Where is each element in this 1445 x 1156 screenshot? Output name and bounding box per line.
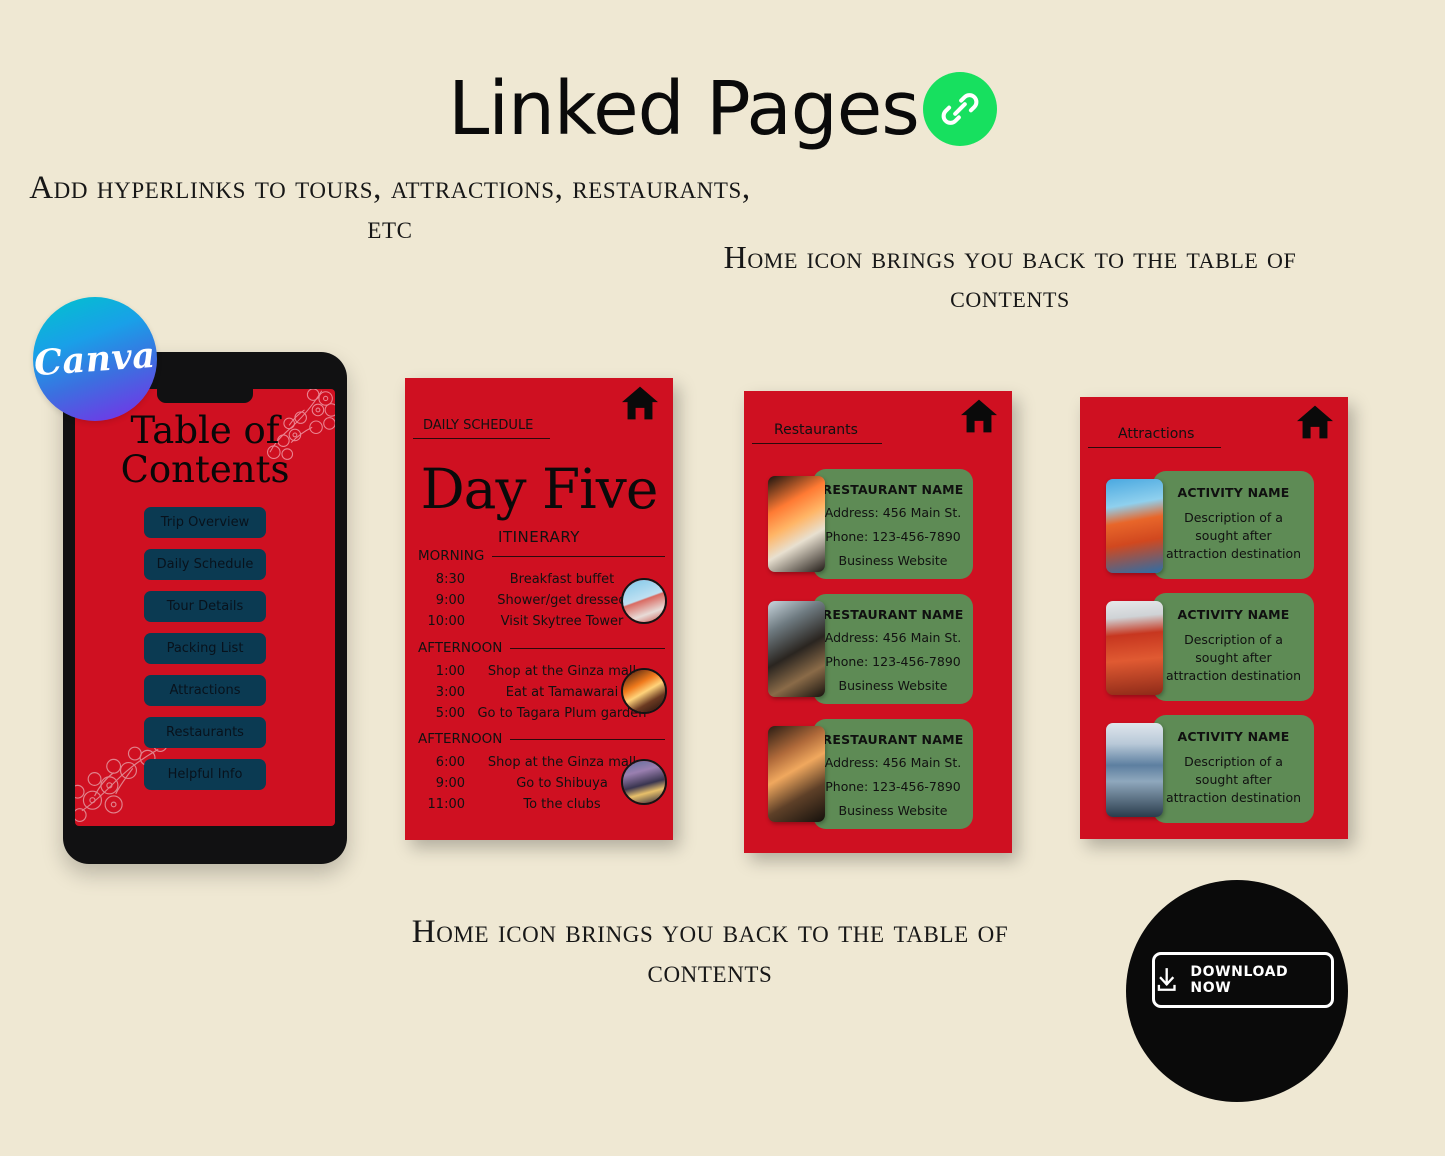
itinerary-thumbnail[interactable] — [621, 668, 667, 714]
table-of-contents-screen: Table of Contents Trip Overview Daily Sc… — [75, 389, 335, 826]
row-time: 5:00 — [435, 706, 465, 722]
day-title: Day Five — [420, 457, 659, 521]
row-time: 8:30 — [435, 572, 465, 587]
restaurant-phone: Phone: 123-456-7890 — [825, 778, 961, 794]
activity-description: Description of a sought after attraction… — [1165, 632, 1302, 683]
toc-button-packing-list[interactable]: Packing List — [144, 633, 266, 665]
device-notch — [157, 389, 253, 403]
panel-kicker: Attractions — [1118, 426, 1195, 442]
section-heading: MORNING — [405, 548, 673, 564]
shared-meal-photo — [768, 726, 825, 822]
attraction-card[interactable]: ACTIVITY NAME Description of a sought af… — [1153, 715, 1314, 823]
toc-button-tour-details[interactable]: Tour Details — [144, 591, 266, 623]
caption-home-icon-bottom: Home icon brings you back to the table o… — [411, 914, 1009, 991]
restaurants-panel: Restaurants RESTAURANT NAME Address: 456… — [744, 391, 1012, 853]
restaurant-website[interactable]: Business Website — [813, 799, 973, 823]
section-heading: AFTERNOON — [405, 731, 673, 747]
restaurant-website[interactable]: Business Website — [813, 549, 973, 573]
home-icon[interactable] — [620, 385, 660, 421]
tablet-device: Table of Contents Trip Overview Daily Sc… — [63, 352, 347, 864]
row-time: 6:00 — [435, 755, 465, 770]
row-time: 9:00 — [435, 593, 465, 609]
daily-schedule-panel: DAILY SCHEDULE Day Five ITINERARY MORNIN… — [405, 378, 673, 840]
download-arrow-icon — [1157, 968, 1176, 991]
download-now-label: DOWNLOAD NOW — [1190, 964, 1289, 996]
shibuya-night-photo — [623, 761, 665, 803]
toc-button-list: Trip Overview Daily Schedule Tour Detail… — [75, 507, 335, 791]
toc-button-trip-overview[interactable]: Trip Overview — [144, 507, 266, 539]
row-time: 1:00 — [435, 664, 465, 679]
restaurant-address: Address: 456 Main St. — [824, 755, 962, 770]
home-icon[interactable] — [1295, 404, 1335, 440]
section-rule — [510, 738, 665, 740]
restaurant-website[interactable]: Business Website — [813, 674, 973, 698]
page-title-row: Linked Pages — [0, 72, 1445, 146]
activity-description: Description of a sought after attraction… — [1165, 510, 1302, 561]
restaurant-address: Address: 456 Main St. — [824, 630, 962, 645]
tokyo-tower-photo — [623, 580, 665, 622]
activity-name: ACTIVITY NAME — [1177, 485, 1290, 500]
attraction-thumbnail — [1106, 601, 1163, 695]
restaurant-thumbnail — [768, 601, 825, 697]
canva-badge: Canva — [33, 297, 157, 421]
attractions-panel: Attractions ACTIVITY NAME Description of… — [1080, 397, 1348, 839]
toc-title-line2: Contents — [120, 448, 290, 492]
section-label: AFTERNOON — [418, 640, 503, 656]
section-label: MORNING — [418, 548, 485, 564]
itinerary-thumbnail[interactable] — [621, 759, 667, 805]
attraction-thumbnail — [1106, 479, 1163, 573]
restaurant-phone: Phone: 123-456-7890 — [825, 528, 961, 544]
restaurant-name: RESTAURANT NAME — [822, 732, 964, 747]
caption-home-icon-top: Home icon brings you back to the table o… — [723, 239, 1297, 315]
restaurant-card[interactable]: RESTAURANT NAME Address: 456 Main St. Ph… — [813, 719, 973, 829]
restaurant-thumbnail — [768, 726, 825, 822]
row-time: 11:00 — [427, 797, 465, 813]
red-temple-photo — [1106, 601, 1163, 695]
activity-name: ACTIVITY NAME — [1177, 607, 1290, 622]
row-time: 3:00 — [435, 685, 465, 701]
activity-name: ACTIVITY NAME — [1177, 729, 1290, 744]
restaurant-name: RESTAURANT NAME — [822, 482, 964, 497]
page-title: Linked Pages — [448, 66, 920, 152]
kicker-underline — [1088, 447, 1221, 448]
toc-button-helpful-info[interactable]: Helpful Info — [144, 759, 266, 791]
toc-button-attractions[interactable]: Attractions — [144, 675, 266, 707]
section-label: AFTERNOON — [418, 731, 503, 747]
itinerary-label: ITINERARY — [498, 528, 580, 546]
section-rule — [492, 555, 665, 557]
hotpot-dining-photo — [768, 601, 825, 697]
home-icon[interactable] — [959, 398, 999, 434]
section-heading: AFTERNOON — [405, 640, 673, 656]
toc-button-daily-schedule[interactable]: Daily Schedule — [144, 549, 266, 581]
row-time: 10:00 — [427, 614, 465, 630]
attraction-card[interactable]: ACTIVITY NAME Description of a sought af… — [1153, 471, 1314, 579]
restaurant-thumbnail — [768, 476, 825, 572]
lantern-street-photo — [623, 670, 665, 712]
sushi-platter-photo — [768, 476, 825, 572]
itinerary-thumbnail[interactable] — [621, 578, 667, 624]
download-now-button[interactable]: DOWNLOAD NOW — [1152, 952, 1334, 1008]
mount-fuji-photo — [1106, 723, 1163, 817]
restaurant-card[interactable]: RESTAURANT NAME Address: 456 Main St. Ph… — [813, 594, 973, 704]
kicker-underline — [413, 438, 550, 439]
row-time: 9:00 — [435, 776, 465, 792]
canva-badge-label: Canva — [32, 334, 158, 384]
restaurant-card[interactable]: RESTAURANT NAME Address: 456 Main St. Ph… — [813, 469, 973, 579]
restaurant-name: RESTAURANT NAME — [822, 607, 964, 622]
kicker-underline — [752, 443, 882, 444]
restaurant-address: Address: 456 Main St. — [824, 505, 962, 520]
restaurant-phone: Phone: 123-456-7890 — [825, 653, 961, 669]
torii-gate-photo — [1106, 479, 1163, 573]
section-rule — [510, 647, 665, 649]
poster-canvas: Linked Pages Add hyperlinks to tours, at… — [0, 0, 1445, 1156]
link-chain-icon — [922, 72, 997, 146]
activity-description: Description of a sought after attraction… — [1165, 754, 1302, 805]
panel-kicker: DAILY SCHEDULE — [423, 418, 534, 433]
attraction-thumbnail — [1106, 723, 1163, 817]
toc-button-restaurants[interactable]: Restaurants — [144, 717, 266, 749]
caption-hyperlinks: Add hyperlinks to tours, attractions, re… — [29, 170, 751, 247]
panel-kicker: Restaurants — [774, 422, 858, 438]
attraction-card[interactable]: ACTIVITY NAME Description of a sought af… — [1153, 593, 1314, 701]
